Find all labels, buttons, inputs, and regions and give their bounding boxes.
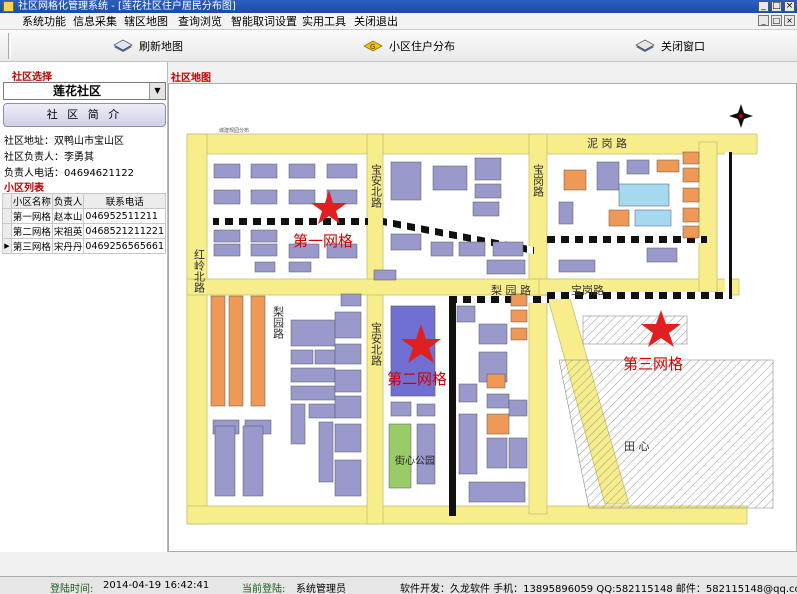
menu-bar: 系统功能 信息采集 辖区地图 查询浏览 智能取词设置 实用工具 关闭退出 _ □… — [0, 13, 797, 30]
login-time-value: 2014-04-19 16:42:41 — [103, 580, 210, 591]
table-row[interactable]: 第一网格 赵本山 046952511211 — [2, 208, 166, 224]
grid-leader-cell[interactable]: 宋丹丹 — [51, 238, 85, 254]
toolbar: 刷新地图 G 小区住户分布 关闭窗口 — [0, 30, 797, 62]
login-time-label: 登陆时间: — [50, 584, 94, 594]
menu-tools[interactable]: 实用工具 — [302, 15, 346, 28]
grid-list-title: 小区列表 — [4, 183, 44, 194]
road-label-baoan-north-lower: 宝安北路 — [370, 321, 383, 367]
grid-leader-cell[interactable]: 赵本山 — [51, 208, 85, 224]
community-map[interactable]: 城建规园分布 泥 岗 路 梨 园 路 宝岗路 田 心 街心公园 宝安北路 宝安北… — [168, 83, 797, 552]
road-label-nigang: 泥 岗 路 — [587, 137, 627, 150]
menu-query[interactable]: 查询浏览 — [178, 15, 222, 28]
close-window-icon — [635, 39, 655, 52]
grid-phone-cell[interactable]: 0469256565661 — [83, 238, 166, 254]
map-canvas[interactable]: 城建规园分布 泥 岗 路 梨 园 路 宝岗路 田 心 街心公园 宝安北路 宝安北… — [169, 84, 797, 552]
mdi-minimize-button[interactable]: _ — [758, 15, 769, 26]
map-title: 社区地图 — [171, 73, 211, 84]
road-label-liyuan: 梨 园 路 — [491, 283, 531, 297]
grid-phone-cell[interactable]: 0468521211221 — [83, 223, 166, 239]
row-indicator — [2, 208, 12, 224]
current-row-indicator-icon: ▶ — [2, 238, 12, 254]
menu-exit[interactable]: 关闭退出 — [354, 15, 398, 28]
status-bar: 登陆时间: 2014-04-19 16:42:41 当前登陆: 系统管理员 软件… — [0, 576, 797, 594]
row-indicator-header — [2, 193, 12, 209]
park-label: 街心公园 — [395, 454, 435, 467]
road-label-baogang-h: 宝岗路 — [571, 283, 604, 297]
grid-name-cell[interactable]: 第二网格 — [10, 223, 53, 239]
current-login-label: 当前登陆: — [242, 584, 286, 594]
community-select-value: 莲花社区 — [52, 84, 101, 98]
column-header-leader[interactable]: 负责人 — [51, 193, 85, 209]
close-window-button[interactable]: × — [784, 1, 795, 12]
road-label-baoan-north-upper: 宝安北路 — [370, 163, 383, 209]
refresh-map-icon — [113, 39, 133, 52]
mdi-close-button[interactable]: × — [784, 15, 795, 26]
grid-2-label[interactable]: 第二网格 — [387, 370, 447, 388]
row-indicator — [2, 223, 12, 239]
community-address: 社区地址：双鸭山市宝山区 — [4, 136, 124, 147]
household-distribution-label: 小区住户分布 — [389, 40, 455, 53]
menu-word-settings[interactable]: 智能取词设置 — [231, 15, 297, 28]
grid-leader-cell[interactable]: 宋祖英 — [51, 223, 85, 239]
close-window-label: 关闭窗口 — [661, 40, 705, 53]
table-header-row: 小区名称 负责人 联系电话 — [2, 193, 166, 209]
refresh-map-button[interactable]: 刷新地图 — [112, 36, 183, 56]
table-row[interactable]: ▶ 第三网格 宋丹丹 0469256565661 — [2, 238, 166, 254]
grid-name-cell[interactable]: 第一网格 — [10, 208, 53, 224]
app-icon — [3, 1, 14, 12]
grid-name-cell[interactable]: 第三网格 — [10, 238, 53, 254]
road-label-baogang: 宝岗路 — [532, 163, 545, 198]
current-login-value: 系统管理员 — [296, 584, 346, 594]
grid-1-label[interactable]: 第一网格 — [293, 232, 353, 250]
grid-phone-cell[interactable]: 046952511211 — [83, 208, 166, 224]
refresh-map-label: 刷新地图 — [139, 40, 183, 53]
window-titlebar: 社区网格化管理系统 - [莲花社区住户居民分布图] _ □ × — [0, 0, 797, 13]
map-top-caption: 城建规园分布 — [219, 127, 249, 134]
grid-3-label[interactable]: 第三网格 — [623, 355, 683, 373]
community-intro-button[interactable]: 社 区 简 介 — [3, 103, 166, 127]
area-label-tianxin: 田 心 — [624, 440, 650, 453]
community-select-title: 社区选择 — [12, 72, 52, 83]
menu-system[interactable]: 系统功能 — [22, 15, 66, 28]
column-header-phone[interactable]: 联系电话 — [83, 193, 166, 209]
menu-collect[interactable]: 信息采集 — [73, 15, 117, 28]
developer-info: 软件开发：久龙软件 手机：13895896059 QQ:582115148 邮件… — [400, 584, 797, 594]
menu-map[interactable]: 辖区地图 — [124, 15, 168, 28]
grid-table: 小区名称 负责人 联系电话 第一网格 赵本山 046952511211 第二网格… — [2, 193, 166, 254]
mdi-restore-button[interactable]: □ — [771, 15, 782, 26]
road-label-liyuan-v: 梨园路 — [272, 305, 285, 340]
distribution-icon: G — [363, 40, 383, 52]
leader-phone: 负责人电话：04694621122 — [4, 168, 134, 179]
minimize-button[interactable]: _ — [758, 1, 769, 12]
road-label-hongling: 红岭北路 — [193, 249, 206, 294]
maximize-button[interactable]: □ — [771, 1, 782, 12]
close-window-tool-button[interactable]: 关闭窗口 — [634, 36, 705, 56]
left-pane: 社区选择 莲花社区 ▼ 社 区 简 介 社区地址：双鸭山市宝山区 社区负责人：李… — [0, 62, 168, 552]
window-title: 社区网格化管理系统 - [莲花社区住户居民分布图] — [18, 1, 236, 12]
chevron-down-icon[interactable]: ▼ — [149, 83, 165, 99]
column-header-name[interactable]: 小区名称 — [10, 193, 53, 209]
svg-text:G: G — [370, 43, 375, 51]
table-row[interactable]: 第二网格 宋祖英 0468521211221 — [2, 223, 166, 239]
household-distribution-button[interactable]: G 小区住户分布 — [362, 36, 455, 56]
community-select[interactable]: 莲花社区 ▼ — [3, 82, 166, 100]
community-leader: 社区负责人：李勇其 — [4, 152, 94, 163]
toolbar-grip[interactable] — [8, 33, 11, 59]
